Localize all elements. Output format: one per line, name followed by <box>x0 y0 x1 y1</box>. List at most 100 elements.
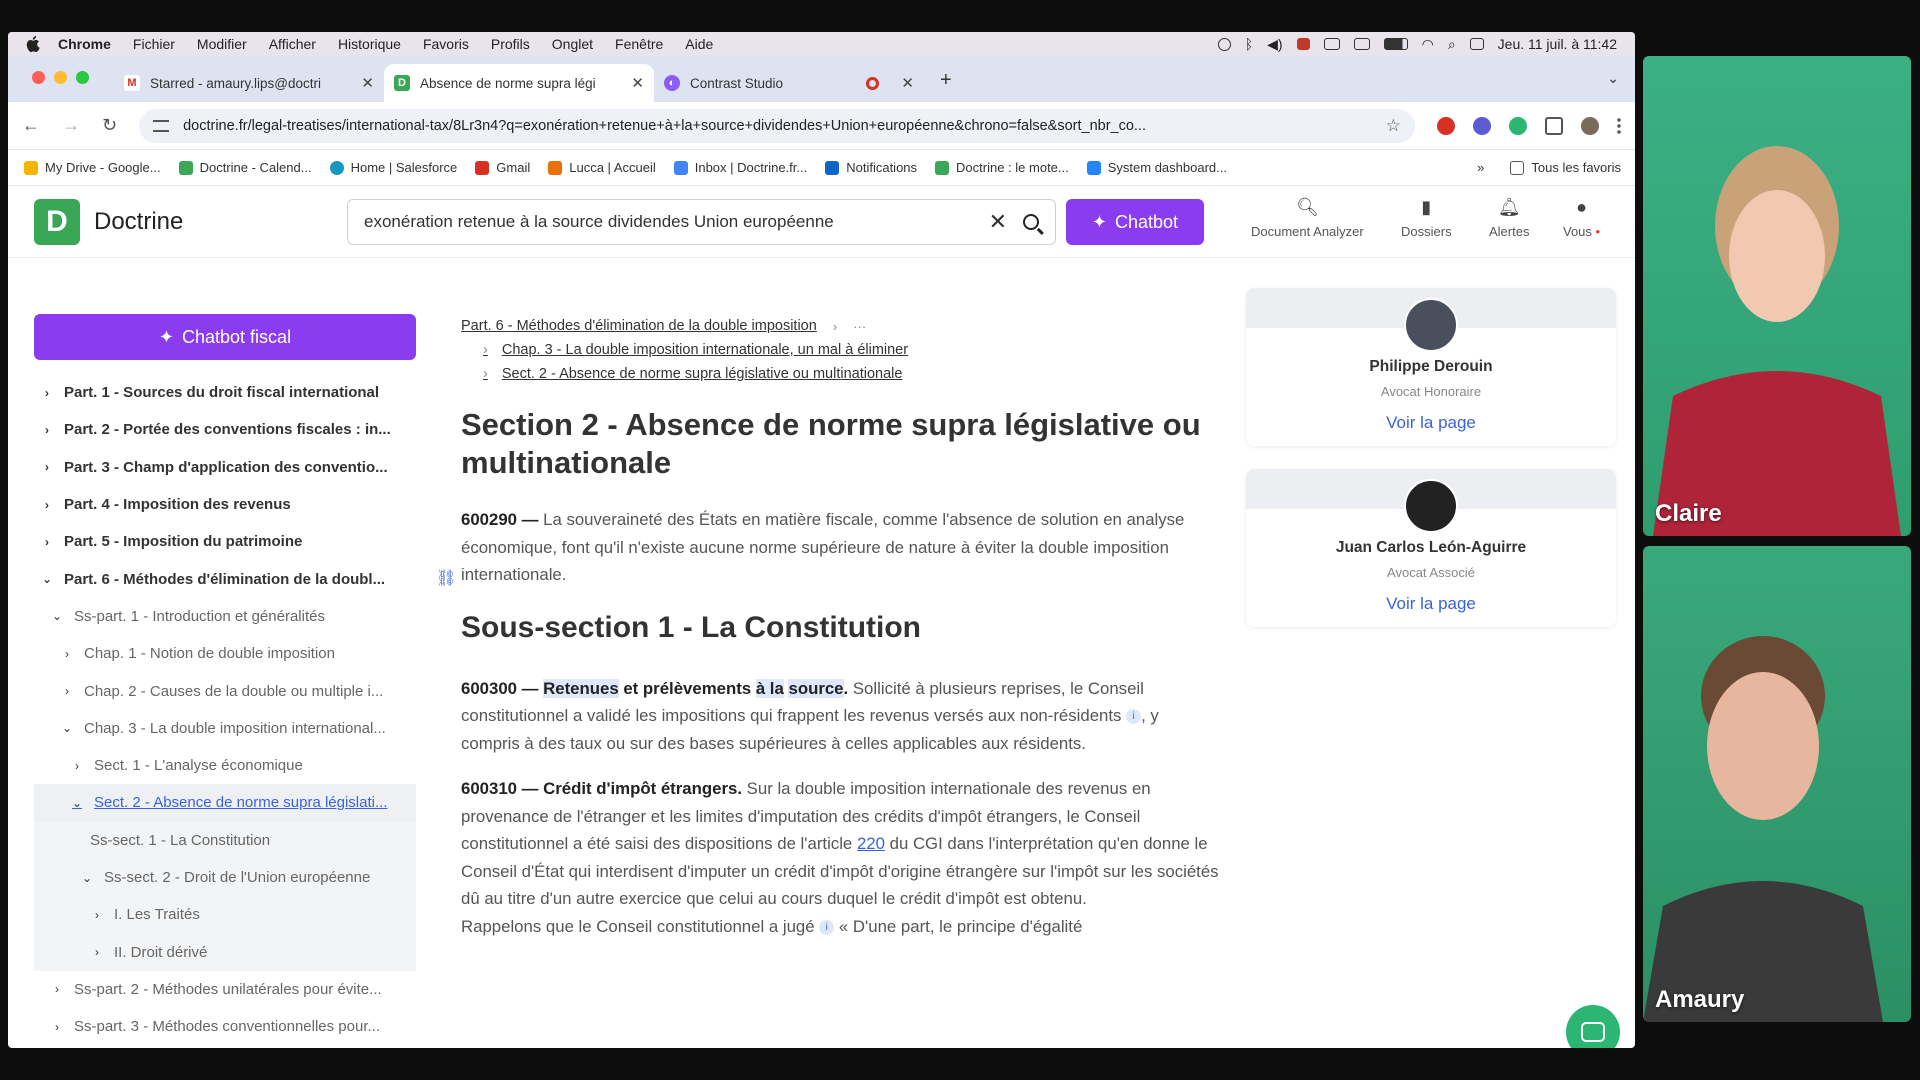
toc-item[interactable]: ⌄ Ss-part. 1 - Introduction et généralité… <box>34 598 416 635</box>
chevron-down-icon[interactable]: ⌄ <box>70 796 84 810</box>
toc-item[interactable]: ⌄ Part. 6 - Méthodes d'élimination de la … <box>34 560 416 597</box>
info-icon[interactable]: i <box>1126 709 1142 725</box>
new-tab-button[interactable]: + <box>940 69 952 92</box>
breadcrumb-sect[interactable]: Sect. 2 - Absence de norme supra législa… <box>502 366 903 382</box>
chat-support-button[interactable] <box>1566 1005 1620 1048</box>
app-status-icon[interactable] <box>1296 38 1310 50</box>
bluetooth-icon[interactable]: ᛒ <box>1245 36 1253 52</box>
view-page-link[interactable]: Voir la page <box>1246 594 1616 614</box>
chrome-menu-icon[interactable] <box>1617 116 1621 135</box>
extensions-puzzle-icon[interactable] <box>1545 116 1563 135</box>
toc-item[interactable]: ⌄ Chap. 3 - La double imposition internat… <box>34 710 416 747</box>
bookmark-my-drive[interactable]: My Drive - Google... <box>24 160 161 175</box>
bookmark-gmail[interactable]: Gmail <box>475 160 530 175</box>
toc-item[interactable]: › Part. 2 - Portée des conventions fiscal… <box>34 411 416 448</box>
close-window-button[interactable] <box>32 71 45 84</box>
chatbot-button[interactable]: ✦ Chatbot <box>1066 199 1204 245</box>
nav-vous[interactable]: ● Vous • <box>1563 196 1600 240</box>
more-bookmarks-chevron-icon[interactable]: » <box>1477 160 1484 175</box>
search-icon[interactable] <box>1023 214 1039 230</box>
keyboard-icon[interactable] <box>1353 38 1370 50</box>
minimize-window-button[interactable] <box>54 71 67 84</box>
chevron-right-icon[interactable]: › <box>70 759 84 773</box>
url-text[interactable]: doctrine.fr/legal-treatises/internationa… <box>183 118 1376 134</box>
tab-gmail[interactable]: M Starred - amaury.lips@doctri ✕ <box>114 64 384 102</box>
menu-fenetre[interactable]: Fenêtre <box>615 36 663 52</box>
menu-modifier[interactable]: Modifier <box>197 36 247 52</box>
reload-icon[interactable]: ↻ <box>102 115 117 136</box>
view-page-link[interactable]: Voir la page <box>1246 413 1616 433</box>
chevron-right-icon[interactable]: › <box>40 423 54 437</box>
toc-item[interactable]: › I. Les Traités <box>34 896 416 934</box>
chevron-right-icon[interactable]: › <box>40 498 54 512</box>
search-query-text[interactable]: exonération retenue à la source dividend… <box>364 212 989 232</box>
brand-name[interactable]: Doctrine <box>94 208 183 236</box>
wifi-icon[interactable]: ◠ <box>1422 36 1434 53</box>
control-center-icon[interactable] <box>1469 38 1484 50</box>
close-tab-icon[interactable]: ✕ <box>901 74 914 92</box>
menu-afficher[interactable]: Afficher <box>269 36 316 52</box>
spotlight-search-icon[interactable]: ⌕ <box>1448 36 1456 53</box>
article-link[interactable]: 220 <box>857 834 885 853</box>
volume-icon[interactable]: ◀) <box>1267 36 1282 53</box>
menu-fichier[interactable]: Fichier <box>133 36 175 52</box>
chevron-down-icon[interactable]: ⌄ <box>40 572 54 586</box>
chevron-down-icon[interactable]: ⌄ <box>60 721 74 735</box>
extension-green-icon[interactable] <box>1509 116 1527 135</box>
bookmark-inbox[interactable]: Inbox | Doctrine.fr... <box>673 160 807 175</box>
breadcrumb-ellipsis[interactable]: ··· <box>853 319 866 334</box>
paragraph-number[interactable]: 600300 — <box>461 679 538 698</box>
chevron-right-icon[interactable]: › <box>50 1020 64 1034</box>
tab-search-chevron-icon[interactable]: ⌄ <box>1607 70 1619 87</box>
breadcrumb-part[interactable]: Part. 6 - Méthodes d'élimination de la d… <box>461 314 817 338</box>
chatbot-fiscal-button[interactable]: ✦ Chatbot fiscal <box>34 314 416 360</box>
paragraph-number[interactable]: 600290 — <box>461 510 538 529</box>
menu-app-chrome[interactable]: Chrome <box>58 36 111 52</box>
menu-profils[interactable]: Profils <box>491 36 530 52</box>
chevron-right-icon[interactable]: › <box>60 684 74 698</box>
toc-item[interactable]: › Part. 3 - Champ d'application des conve… <box>34 449 416 486</box>
toc-item[interactable]: › II. Droit dérivé <box>34 933 416 971</box>
menubar-clock[interactable]: Jeu. 11 juil. à 11:42 <box>1498 36 1617 52</box>
toc-item[interactable]: ⌄ Ss-sect. 2 - Droit de l'Union européenn… <box>34 858 416 897</box>
bookmark-doctrine-moteur[interactable]: Doctrine : le mote... <box>935 160 1069 175</box>
info-icon[interactable]: i <box>819 919 835 935</box>
menu-favoris[interactable]: Favoris <box>423 36 469 52</box>
site-settings-icon[interactable] <box>153 119 170 132</box>
bookmark-star-icon[interactable]: ☆ <box>1386 116 1401 136</box>
bookmark-system-dashboard[interactable]: System dashboard... <box>1086 160 1227 175</box>
toc-item[interactable]: › Chap. 1 - Notion de double imposition <box>34 635 416 672</box>
tab-doctrine-active[interactable]: D Absence de norme supra légi ✕ <box>384 64 654 102</box>
zoom-window-button[interactable] <box>76 71 89 84</box>
chevron-right-icon[interactable]: › <box>40 535 54 549</box>
toc-item[interactable]: › Sect. 1 - L'analyse économique <box>34 747 416 784</box>
close-tab-icon[interactable]: ✕ <box>361 74 374 92</box>
clear-search-icon[interactable]: ✕ <box>989 209 1007 235</box>
menu-aide[interactable]: Aide <box>685 36 713 52</box>
chevron-right-icon[interactable]: › <box>40 460 54 474</box>
participant-tile-claire[interactable]: Claire <box>1643 56 1911 536</box>
chevron-down-icon[interactable]: ⌄ <box>80 871 94 885</box>
toc-item[interactable]: › Part. 4 - Imposition des revenus <box>34 486 416 523</box>
chevron-right-icon[interactable]: › <box>60 647 74 661</box>
extension-red-icon[interactable] <box>1437 116 1455 135</box>
search-input[interactable]: exonération retenue à la source dividend… <box>347 199 1056 245</box>
chevron-right-icon[interactable]: › <box>50 982 64 996</box>
chevron-right-icon[interactable]: › <box>40 386 54 400</box>
paragraph-number[interactable]: 600310 — <box>461 779 538 798</box>
nav-document-analyzer[interactable]: 🔍︎ Document Analyzer <box>1251 196 1364 240</box>
toc-item-selected[interactable]: ⌄ Sect. 2 - Absence de norme supra législ… <box>34 784 416 822</box>
chevron-right-icon[interactable]: › <box>90 908 104 922</box>
nav-alertes[interactable]: 🔔︎ Alertes <box>1489 196 1529 240</box>
toc-item[interactable]: Ss-sect. 1 - La Constitution <box>34 821 416 859</box>
nav-dossiers[interactable]: ▮ Dossiers <box>1401 196 1452 240</box>
forward-arrow-icon[interactable]: → <box>62 115 80 136</box>
toc-item[interactable]: › Part. 5 - Imposition du patrimoine <box>34 523 416 560</box>
menu-onglet[interactable]: Onglet <box>552 36 593 52</box>
bookmark-doctrine-calendar[interactable]: Doctrine - Calend... <box>178 160 312 175</box>
permalink-icon[interactable]: ⛓︎ <box>436 568 456 588</box>
extension-shield-icon[interactable] <box>1473 116 1491 135</box>
profile-avatar[interactable] <box>1581 116 1599 135</box>
display-icon[interactable] <box>1323 38 1340 50</box>
back-arrow-icon[interactable]: ← <box>22 115 40 136</box>
